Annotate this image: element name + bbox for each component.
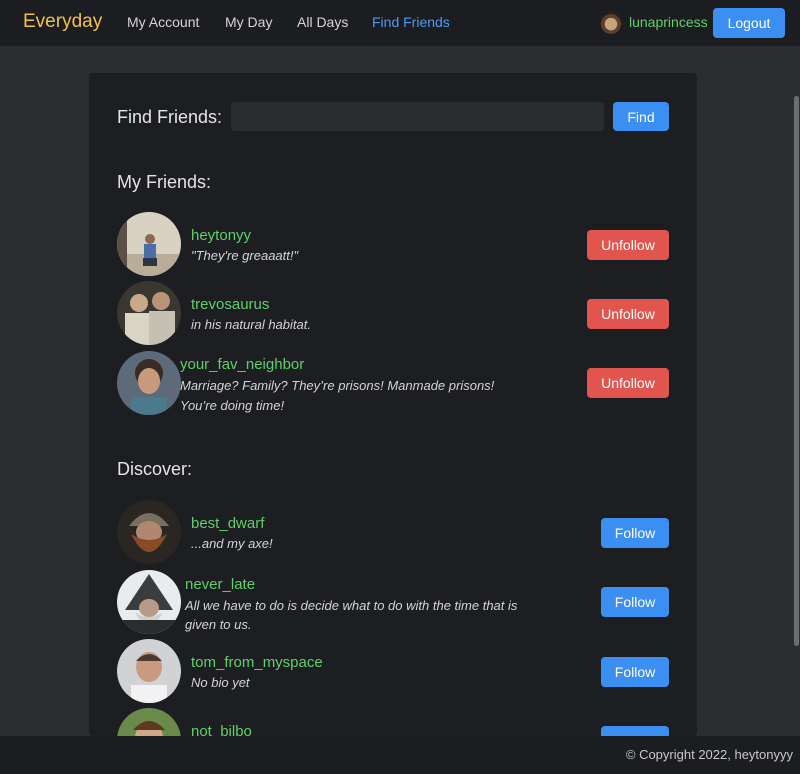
discover-bio: ...and my axe! bbox=[191, 536, 273, 551]
discover-bio: All we have to do is decide what to do w… bbox=[185, 598, 518, 613]
follow-button[interactable]: Follow bbox=[601, 657, 669, 687]
discover-bio: No bio yet bbox=[191, 675, 250, 690]
brand-logo[interactable]: Everyday bbox=[23, 11, 102, 33]
page-footer: © Copyright 2022, heytonyyy bbox=[0, 736, 800, 774]
find-friends-input[interactable] bbox=[231, 102, 604, 131]
nav-all-days[interactable]: All Days bbox=[297, 14, 348, 30]
follow-button[interactable]: Follow bbox=[601, 587, 669, 617]
friend-row: trevosaurus in his natural habitat. Unfo… bbox=[117, 281, 669, 345]
friend-username[interactable]: trevosaurus bbox=[191, 296, 269, 313]
friend-avatar[interactable] bbox=[117, 281, 181, 345]
discover-username[interactable]: never_late bbox=[185, 576, 255, 593]
friend-avatar[interactable] bbox=[117, 351, 181, 415]
discover-avatar[interactable] bbox=[117, 570, 181, 634]
discover-row: not_bilbo Follow bbox=[117, 708, 669, 736]
nav-my-day[interactable]: My Day bbox=[225, 14, 272, 30]
follow-button[interactable]: Follow bbox=[601, 518, 669, 548]
nav-my-account[interactable]: My Account bbox=[127, 14, 199, 30]
discover-row: tom_from_myspace No bio yet Follow bbox=[117, 639, 669, 703]
copyright-text: © Copyright 2022, heytonyyy bbox=[625, 747, 793, 762]
discover-avatar[interactable] bbox=[117, 708, 181, 736]
scrollbar-thumb[interactable] bbox=[794, 96, 799, 646]
friend-bio-line-2: You’re doing time! bbox=[180, 398, 285, 413]
friend-bio: in his natural habitat. bbox=[191, 317, 311, 332]
discover-row: never_late All we have to do is decide w… bbox=[117, 569, 669, 635]
discover-bio-line-2: given to us. bbox=[185, 617, 252, 632]
nav-find-friends[interactable]: Find Friends bbox=[372, 14, 450, 30]
discover-username[interactable]: tom_from_myspace bbox=[191, 654, 323, 671]
find-friends-card: Find Friends: Find My Friends: heytonyy … bbox=[89, 73, 697, 736]
friend-row: your_fav_neighbor Marriage? Family? They… bbox=[117, 350, 669, 416]
discover-row: best_dwarf ...and my axe! Follow bbox=[117, 500, 669, 564]
unfollow-button[interactable]: Unfollow bbox=[587, 368, 669, 398]
friend-bio: Marriage? Family? They’re prisons! Manma… bbox=[180, 378, 495, 393]
discover-username[interactable]: not_bilbo bbox=[191, 723, 252, 736]
friend-row: heytonyy "They're greaaatt!" Unfollow bbox=[117, 212, 669, 276]
current-username[interactable]: lunaprincess bbox=[629, 14, 708, 30]
top-navbar: Everyday My Account My Day All Days Find… bbox=[0, 0, 800, 46]
discover-username[interactable]: best_dwarf bbox=[191, 515, 264, 532]
logout-button[interactable]: Logout bbox=[713, 8, 785, 38]
page-scrollbar[interactable] bbox=[792, 46, 800, 736]
friend-username[interactable]: heytonyy bbox=[191, 227, 251, 244]
unfollow-button[interactable]: Unfollow bbox=[587, 230, 669, 260]
my-friends-heading: My Friends: bbox=[117, 172, 212, 192]
friend-avatar[interactable] bbox=[117, 212, 181, 276]
discover-avatar[interactable] bbox=[117, 500, 181, 564]
user-avatar[interactable] bbox=[600, 12, 622, 34]
discover-avatar[interactable] bbox=[117, 639, 181, 703]
discover-heading: Discover: bbox=[117, 459, 193, 479]
find-button[interactable]: Find bbox=[613, 102, 669, 131]
follow-button[interactable]: Follow bbox=[601, 726, 669, 736]
unfollow-button[interactable]: Unfollow bbox=[587, 299, 669, 329]
friend-bio: "They're greaaatt!" bbox=[191, 248, 299, 263]
friend-username[interactable]: your_fav_neighbor bbox=[180, 356, 304, 373]
find-friends-label: Find Friends: bbox=[117, 107, 223, 127]
